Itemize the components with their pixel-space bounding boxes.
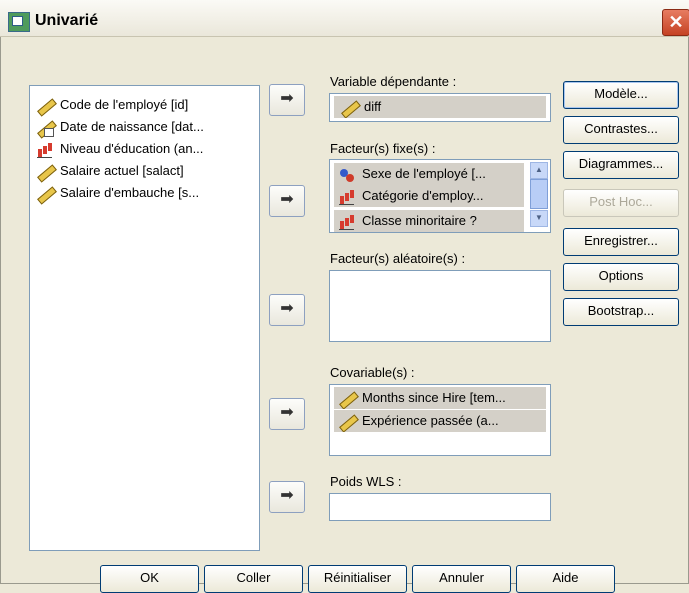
reset-button[interactable]: Réinitialiser [308,565,407,593]
list-item[interactable]: Code de l'employé [id] [36,94,188,116]
wls-weight-label: Poids WLS : [330,474,402,489]
move-to-random-factors-button[interactable]: ➡ [269,294,305,326]
ruler-icon [338,414,356,430]
dependent-variable-field[interactable]: diff [329,93,551,122]
ordinal-bars-icon [36,142,54,158]
plots-button[interactable]: Diagrammes... [563,151,679,179]
arrow-right-icon: ➡ [280,300,294,317]
variable-label: Months since Hire [tem... [362,390,506,405]
covariates-label: Covariable(s) : [330,365,415,380]
arrow-right-icon: ➡ [280,90,294,107]
variable-label: Salaire actuel [salact] [60,163,184,178]
variable-label: Sexe de l'employé [... [362,166,486,181]
help-button[interactable]: Aide [516,565,615,593]
list-item[interactable]: Catégorie d'employ... [334,185,524,207]
ordinal-bars-icon [338,189,356,205]
list-item[interactable]: Expérience passée (a... [334,410,546,432]
list-item[interactable]: Sexe de l'employé [... [334,163,524,185]
variable-label: Code de l'employé [id] [60,97,189,112]
scrollbar-thumb[interactable] [530,179,548,209]
model-button[interactable]: Modèle... [563,81,679,109]
list-item[interactable]: Salaire d'embauche [s... [36,182,199,204]
move-to-wls-button[interactable]: ➡ [269,481,305,513]
source-variable-list[interactable]: Code de l'employé [id] Date de naissance… [29,85,260,551]
arrow-right-icon: ➡ [280,404,294,421]
arrow-right-icon: ➡ [280,487,294,504]
ruler-icon [36,186,54,202]
app-icon [8,12,30,32]
fixed-factors-list[interactable]: Sexe de l'employé [... Catégorie d'emplo… [329,159,551,233]
ruler-icon [36,98,54,114]
ruler-icon [340,100,358,116]
list-item[interactable]: Niveau d'éducation (an... [36,138,203,160]
dependent-variable-item[interactable]: diff [334,96,546,118]
list-item[interactable]: Classe minoritaire ? [334,210,524,232]
random-factors-label: Facteur(s) aléatoire(s) : [330,251,466,266]
list-item[interactable]: Months since Hire [tem... [334,387,546,409]
contrasts-button[interactable]: Contrastes... [563,116,679,144]
scroll-up-button[interactable]: ▲ [530,162,548,179]
window-title: Univarié [35,12,99,29]
ordinal-bars-icon [338,214,356,230]
options-button[interactable]: Options [563,263,679,291]
save-button[interactable]: Enregistrer... [563,228,679,256]
ruler-icon [36,164,54,180]
scroll-down-button[interactable]: ▼ [530,210,548,227]
dependent-variable-label: Variable dépendante : [330,74,457,89]
random-factors-list[interactable] [329,270,551,342]
close-button[interactable]: ✕ [662,9,689,36]
move-to-dependent-button[interactable]: ➡ [269,84,305,116]
variable-label: Niveau d'éducation (an... [60,141,204,156]
cancel-button[interactable]: Annuler [412,565,511,593]
move-to-fixed-factors-button[interactable]: ➡ [269,185,305,217]
arrow-right-icon: ➡ [280,191,294,208]
variable-label: Date de naissance [dat... [60,119,204,134]
list-item[interactable]: Date de naissance [dat... [36,116,204,138]
date-ruler-icon [36,120,54,137]
title-bar [0,0,689,37]
paste-button[interactable]: Coller [204,565,303,593]
list-item[interactable]: Salaire actuel [salact] [36,160,184,182]
variable-label: Catégorie d'employ... [362,188,484,203]
ok-button[interactable]: OK [100,565,199,593]
bootstrap-button[interactable]: Bootstrap... [563,298,679,326]
post-hoc-button[interactable]: Post Hoc... [563,189,679,217]
move-to-covariates-button[interactable]: ➡ [269,398,305,430]
covariates-list[interactable]: Months since Hire [tem... Expérience pas… [329,384,551,456]
variable-label: Expérience passée (a... [362,413,499,428]
fixed-factors-label: Facteur(s) fixe(s) : [330,141,436,156]
ruler-icon [338,391,356,407]
variable-label: Salaire d'embauche [s... [60,185,200,200]
wls-weight-field[interactable] [329,493,551,521]
nominal-people-icon [338,167,356,183]
variable-label: Classe minoritaire ? [362,213,477,228]
dependent-variable-value: diff [364,99,382,114]
